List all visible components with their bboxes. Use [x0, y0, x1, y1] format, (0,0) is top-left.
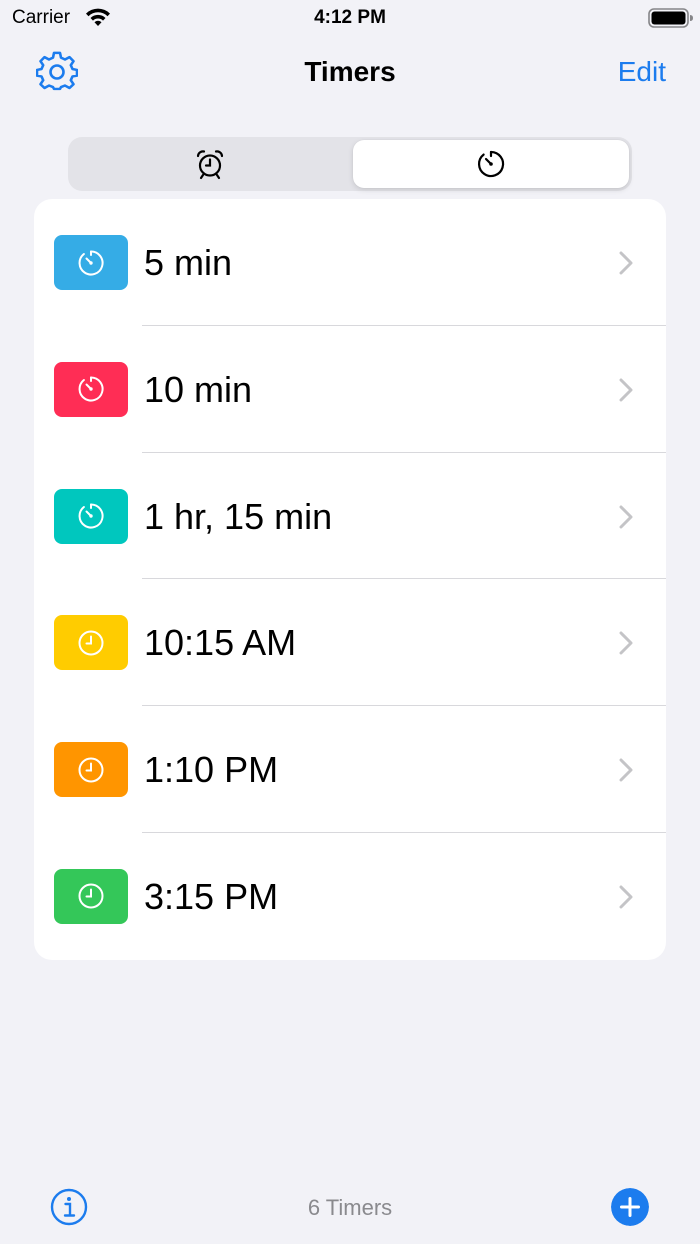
clock-icon: [78, 757, 104, 783]
timer-row[interactable]: 3:15 PM: [34, 833, 666, 960]
timer-row[interactable]: 10 min: [34, 326, 666, 453]
view-segmented-control: [68, 137, 632, 191]
status-time: 4:12 PM: [314, 7, 386, 28]
timer-label: 5 min: [144, 242, 233, 283]
timer-icon: [477, 150, 505, 178]
timer-label: 10:15 AM: [144, 622, 297, 664]
chevron-right-icon: [619, 251, 633, 275]
timer-badge: [54, 235, 128, 290]
clock-badge: [54, 615, 128, 671]
timer-row[interactable]: 1 hr, 15 min: [34, 453, 666, 580]
page-title: Timers: [304, 56, 396, 87]
clock-icon: [78, 883, 104, 909]
segment-timers[interactable]: [353, 140, 629, 188]
battery-icon: [648, 8, 693, 28]
clock-badge: [54, 742, 128, 798]
clock-badge: [54, 868, 128, 924]
timer-row[interactable]: 5 min: [34, 199, 666, 326]
timer-badge: [54, 488, 128, 544]
timer-icon: [78, 376, 104, 402]
chevron-right-icon: [619, 631, 633, 655]
timer-count-label: 6 Timers: [307, 1195, 393, 1220]
timer-label: 10 min: [144, 368, 253, 410]
timer-badge: [54, 361, 128, 417]
alarm-clock-icon: [196, 150, 224, 180]
timer-label: 1:10 PM: [144, 749, 279, 791]
segment-alarms[interactable]: [72, 140, 348, 188]
timer-icon: [78, 503, 104, 529]
edit-button[interactable]: Edit: [618, 56, 666, 88]
chevron-right-icon: [619, 378, 633, 402]
chevron-right-icon: [619, 885, 633, 909]
timer-list: 5 min 10 min 1 hr, 15 min 10:15 AM 1:10 PM 3:…: [34, 199, 666, 960]
clock-icon: [78, 630, 104, 656]
timer-icon: [78, 249, 104, 275]
timer-row[interactable]: 1:10 PM: [34, 706, 666, 833]
timer-label: 3:15 PM: [144, 875, 279, 917]
timer-row[interactable]: 10:15 AM: [34, 579, 666, 707]
status-bar: Carrier 4:12 PM: [0, 0, 700, 36]
timer-label: 1 hr, 15 min: [144, 495, 333, 537]
chevron-right-icon: [619, 505, 633, 529]
chevron-right-icon: [619, 758, 633, 782]
plus-icon[interactable]: [611, 1188, 649, 1226]
